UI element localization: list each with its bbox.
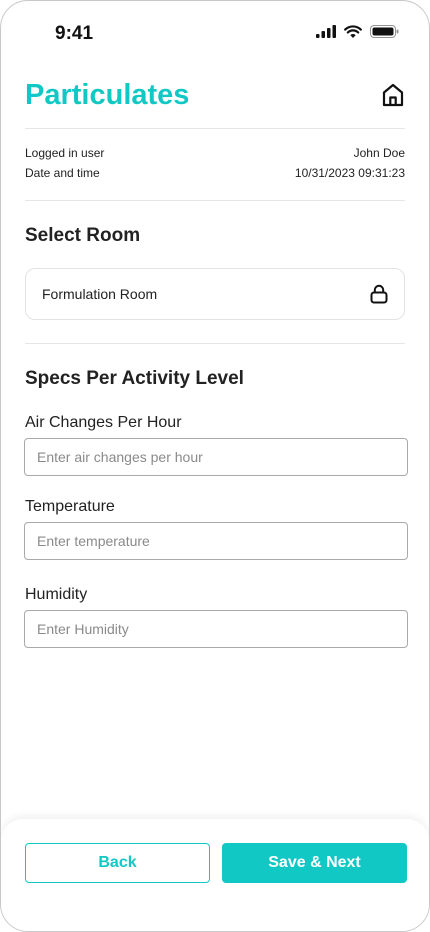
humidity-label: Humidity <box>25 586 88 603</box>
lock-icon <box>370 284 388 304</box>
phone-screen: 9:41 Particulates Logged in user John Do… <box>0 0 430 932</box>
air-changes-input[interactable] <box>24 438 408 476</box>
select-room-heading: Select Room <box>25 225 141 246</box>
back-button[interactable]: Back <box>25 843 210 883</box>
status-icons <box>316 25 399 38</box>
temperature-input[interactable] <box>24 522 408 560</box>
header: Particulates <box>25 75 405 117</box>
divider <box>25 128 405 129</box>
session-info: Logged in user John Doe Date and time 10… <box>25 143 405 183</box>
specs-heading: Specs Per Activity Level <box>25 368 244 389</box>
datetime-label: Date and time <box>25 166 100 180</box>
cellular-signal-icon <box>316 25 336 38</box>
air-changes-label: Air Changes Per Hour <box>25 414 182 431</box>
datetime-row: Date and time 10/31/2023 09:31:23 <box>25 163 405 183</box>
save-next-button[interactable]: Save & Next <box>222 843 407 883</box>
room-select[interactable]: Formulation Room <box>25 268 405 320</box>
user-label: Logged in user <box>25 146 105 160</box>
status-bar: 9:41 <box>1 1 429 61</box>
datetime-value: 10/31/2023 09:31:23 <box>294 166 405 180</box>
temperature-label: Temperature <box>25 498 115 515</box>
wifi-icon <box>344 25 362 38</box>
user-value: John Doe <box>353 146 405 160</box>
humidity-input[interactable] <box>24 610 408 648</box>
room-select-value: Formulation Room <box>42 286 158 302</box>
status-time: 9:41 <box>55 23 94 44</box>
home-icon[interactable] <box>381 82 405 108</box>
battery-icon <box>370 25 399 38</box>
user-row: Logged in user John Doe <box>25 143 405 163</box>
divider <box>25 200 405 201</box>
footer-actions: Back Save & Next <box>1 819 429 931</box>
page-title: Particulates <box>25 79 190 111</box>
divider <box>25 343 405 344</box>
